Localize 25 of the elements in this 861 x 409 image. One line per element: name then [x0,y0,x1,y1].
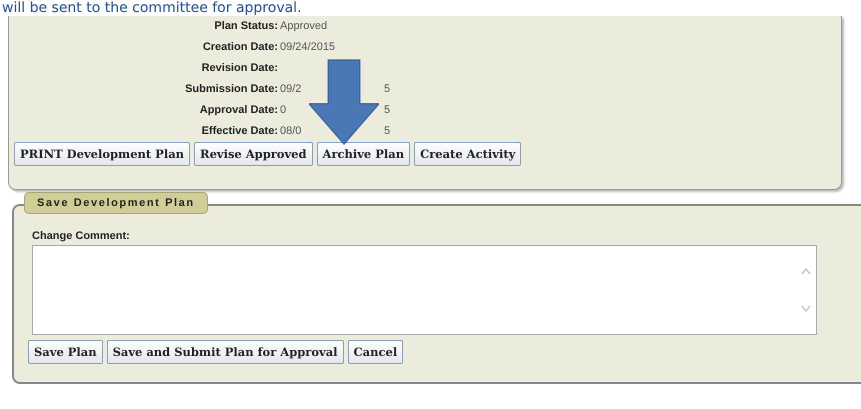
field-value: 5 [384,124,390,139]
field-label: Approval Date: [198,103,279,118]
field-value: 08/0 [280,124,302,139]
field-value: 5 [384,103,390,118]
field-value: Approved [280,19,328,34]
field-value: 5 [384,82,390,97]
field-value: 09/24/2015 [280,40,336,55]
field-label: Effective Date: [200,124,279,139]
instruction-text: will be sent to the committee for approval. [1,0,303,16]
field-label: Submission Date: [184,82,279,97]
action-button[interactable]: Archive Plan [316,142,410,166]
action-button[interactable]: Save Plan [28,340,103,364]
action-button[interactable]: Save and Submit Plan for Approval [106,340,344,364]
action-button[interactable]: Cancel [348,340,404,364]
field-value: 09/2 [280,82,302,97]
field-value: 0 [280,103,288,118]
field-label: Revision Date: [200,61,279,76]
panel-legend: Save Development Plan [24,192,208,214]
field-label: Plan Status: [213,19,279,34]
action-button[interactable]: PRINT Development Plan [14,142,190,166]
comment-field[interactable] [32,245,817,335]
field-label: Change Comment: [32,230,131,242]
field-label: Creation Date: [202,40,279,55]
action-button[interactable]: Revise Approved [194,142,313,166]
action-button[interactable]: Create Activity [414,142,522,166]
